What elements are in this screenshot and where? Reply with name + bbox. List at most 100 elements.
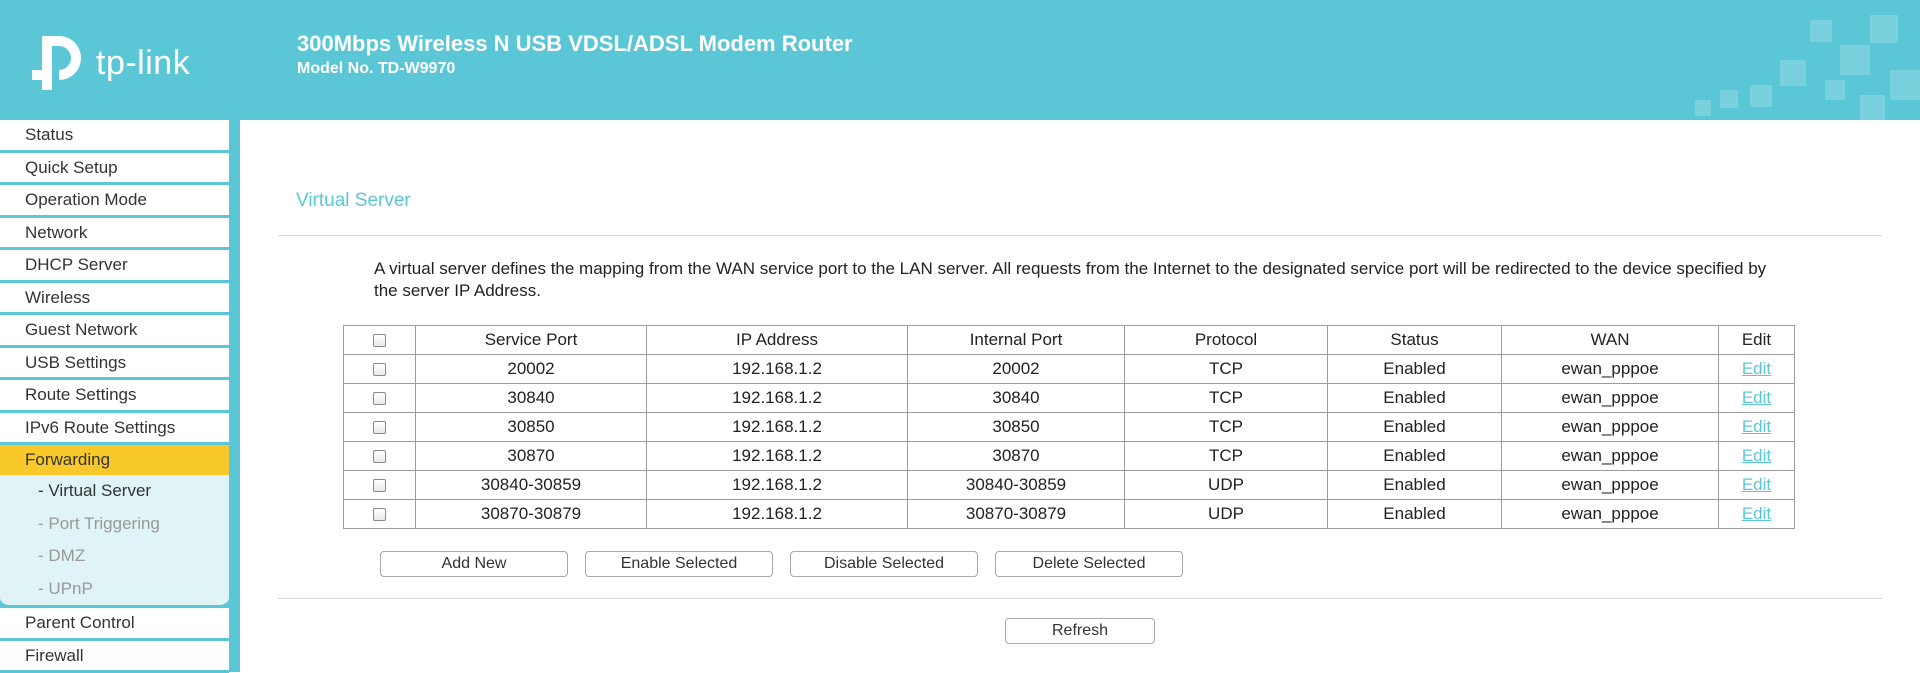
edit-link[interactable]: Edit xyxy=(1742,475,1771,494)
cell-status: Enabled xyxy=(1328,442,1502,471)
sidebar-item-parent-control[interactable]: Parent Control xyxy=(0,608,229,641)
edit-link[interactable]: Edit xyxy=(1742,388,1771,407)
divider-top xyxy=(278,235,1882,236)
edit-link[interactable]: Edit xyxy=(1742,359,1771,378)
sidebar-item-network[interactable]: Network xyxy=(0,218,229,251)
sidebar-item-forwarding[interactable]: Forwarding xyxy=(0,445,229,475)
col-ip-address: IP Address xyxy=(647,326,908,355)
cell-status: Enabled xyxy=(1328,384,1502,413)
cell-wan: ewan_pppoe xyxy=(1502,384,1719,413)
col-wan: WAN xyxy=(1502,326,1719,355)
row-select-cell xyxy=(344,500,416,529)
cell-service-port: 20002 xyxy=(416,355,647,384)
row-checkbox[interactable] xyxy=(373,392,386,405)
row-checkbox[interactable] xyxy=(373,508,386,521)
cell-wan: ewan_pppoe xyxy=(1502,413,1719,442)
select-all-cell xyxy=(344,326,416,355)
sidebar-item-dhcp-server[interactable]: DHCP Server xyxy=(0,250,229,283)
add-new-button[interactable]: Add New xyxy=(380,551,568,577)
cell-edit: Edit xyxy=(1719,442,1795,471)
cell-wan: ewan_pppoe xyxy=(1502,355,1719,384)
sidebar-item-usb-settings[interactable]: USB Settings xyxy=(0,348,229,381)
row-checkbox[interactable] xyxy=(373,421,386,434)
edit-link[interactable]: Edit xyxy=(1742,446,1771,465)
cell-edit: Edit xyxy=(1719,500,1795,529)
cell-service-port: 30870-30879 xyxy=(416,500,647,529)
cell-wan: ewan_pppoe xyxy=(1502,442,1719,471)
sidebar-item-status[interactable]: Status xyxy=(0,120,229,153)
edit-link[interactable]: Edit xyxy=(1742,504,1771,523)
row-checkbox[interactable] xyxy=(373,479,386,492)
cell-service-port: 30840-30859 xyxy=(416,471,647,500)
cell-service-port: 30870 xyxy=(416,442,647,471)
sidebar-item-route-settings[interactable]: Route Settings xyxy=(0,380,229,413)
cell-ip-address: 192.168.1.2 xyxy=(647,442,908,471)
col-service-port: Service Port xyxy=(416,326,647,355)
cell-status: Enabled xyxy=(1328,471,1502,500)
row-select-cell xyxy=(344,413,416,442)
cell-edit: Edit xyxy=(1719,355,1795,384)
sidebar-item-guest-network[interactable]: Guest Network xyxy=(0,315,229,348)
table-row: 30840 192.168.1.2 30840 TCP Enabled ewan… xyxy=(344,384,1795,413)
row-checkbox[interactable] xyxy=(373,450,386,463)
cell-status: Enabled xyxy=(1328,355,1502,384)
cell-ip-address: 192.168.1.2 xyxy=(647,471,908,500)
product-title: 300Mbps Wireless N USB VDSL/ADSL Modem R… xyxy=(297,31,853,57)
logo-text: tp-link xyxy=(96,44,190,83)
sidebar-item-quick-setup[interactable]: Quick Setup xyxy=(0,153,229,186)
edit-link[interactable]: Edit xyxy=(1742,417,1771,436)
sidebar-item-wireless[interactable]: Wireless xyxy=(0,283,229,316)
sidebar-item-ipv6-route-settings[interactable]: IPv6 Route Settings xyxy=(0,413,229,446)
cell-edit: Edit xyxy=(1719,471,1795,500)
cell-internal-port: 30870 xyxy=(908,442,1125,471)
cell-status: Enabled xyxy=(1328,500,1502,529)
cell-service-port: 30840 xyxy=(416,384,647,413)
cell-ip-address: 192.168.1.2 xyxy=(647,355,908,384)
select-all-checkbox[interactable] xyxy=(373,334,386,347)
cell-service-port: 30850 xyxy=(416,413,647,442)
sidebar-item-firewall[interactable]: Firewall xyxy=(0,641,229,673)
submenu-item-upnp[interactable]: - UPnP xyxy=(0,573,229,606)
submenu-item-virtual-server[interactable]: - Virtual Server xyxy=(0,475,229,508)
divider-bottom xyxy=(278,598,1882,599)
table-row: 30870 192.168.1.2 30870 TCP Enabled ewan… xyxy=(344,442,1795,471)
col-internal-port: Internal Port xyxy=(908,326,1125,355)
sidebar-item-operation-mode[interactable]: Operation Mode xyxy=(0,185,229,218)
table-row: 20002 192.168.1.2 20002 TCP Enabled ewan… xyxy=(344,355,1795,384)
col-edit: Edit xyxy=(1719,326,1795,355)
sidebar: Status Quick Setup Operation Mode Networ… xyxy=(0,120,240,672)
cell-ip-address: 192.168.1.2 xyxy=(647,384,908,413)
page-title: Virtual Server xyxy=(296,190,411,212)
submenu-item-port-triggering[interactable]: - Port Triggering xyxy=(0,508,229,541)
page-description: A virtual server defines the mapping fro… xyxy=(374,258,1794,302)
cell-protocol: TCP xyxy=(1125,442,1328,471)
model-number: Model No. TD-W9970 xyxy=(297,60,455,78)
main-content: Virtual Server A virtual server defines … xyxy=(240,120,1920,672)
enable-selected-button[interactable]: Enable Selected xyxy=(585,551,773,577)
refresh-button[interactable]: Refresh xyxy=(1005,618,1155,644)
cell-internal-port: 30840-30859 xyxy=(908,471,1125,500)
cell-status: Enabled xyxy=(1328,413,1502,442)
row-select-cell xyxy=(344,355,416,384)
cell-internal-port: 30870-30879 xyxy=(908,500,1125,529)
table-header-row: Service Port IP Address Internal Port Pr… xyxy=(344,326,1795,355)
row-checkbox[interactable] xyxy=(373,363,386,376)
submenu-item-dmz[interactable]: - DMZ xyxy=(0,540,229,573)
cell-protocol: UDP xyxy=(1125,471,1328,500)
cell-edit: Edit xyxy=(1719,413,1795,442)
cell-wan: ewan_pppoe xyxy=(1502,471,1719,500)
cell-internal-port: 30850 xyxy=(908,413,1125,442)
cell-protocol: UDP xyxy=(1125,500,1328,529)
header: tp-link 300Mbps Wireless N USB VDSL/ADSL… xyxy=(0,0,1920,120)
table-row: 30870-30879 192.168.1.2 30870-30879 UDP … xyxy=(344,500,1795,529)
disable-selected-button[interactable]: Disable Selected xyxy=(790,551,978,577)
forwarding-submenu: - Virtual Server - Port Triggering - DMZ… xyxy=(0,475,229,608)
cell-protocol: TCP xyxy=(1125,384,1328,413)
cell-protocol: TCP xyxy=(1125,355,1328,384)
header-decoration xyxy=(1600,0,1920,120)
cell-ip-address: 192.168.1.2 xyxy=(647,413,908,442)
virtual-server-table: Service Port IP Address Internal Port Pr… xyxy=(343,325,1795,529)
delete-selected-button[interactable]: Delete Selected xyxy=(995,551,1183,577)
cell-internal-port: 20002 xyxy=(908,355,1125,384)
cell-ip-address: 192.168.1.2 xyxy=(647,500,908,529)
